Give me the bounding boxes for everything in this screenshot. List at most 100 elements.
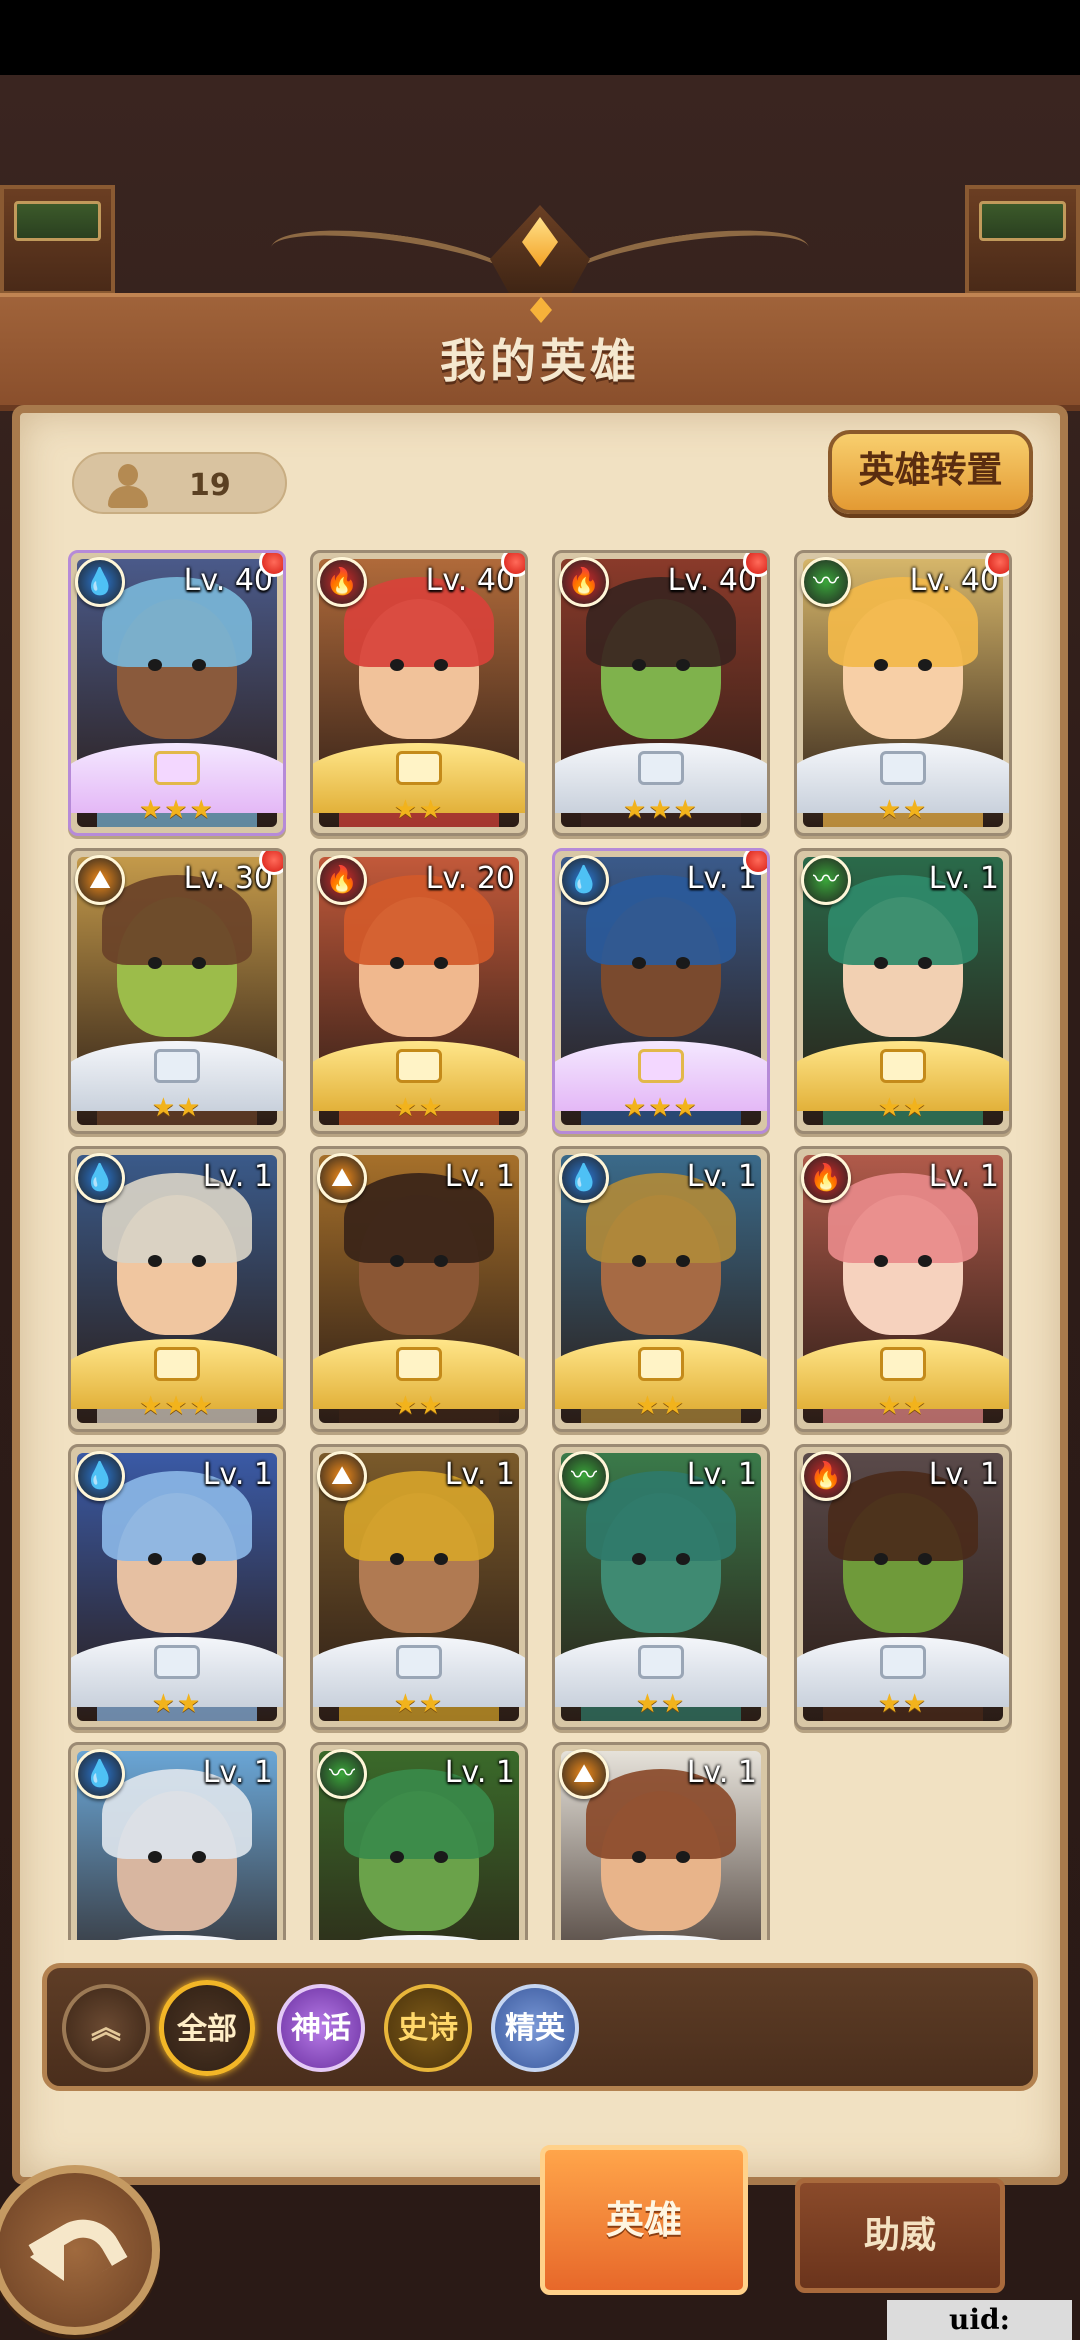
hero-card[interactable]: ★★ ⛰ Lv. 1 xyxy=(310,1146,528,1432)
hero-card[interactable]: ★★★ 💧 Lv. 40 xyxy=(68,550,286,836)
hero-card[interactable]: ★★★ 💧 Lv. 1 xyxy=(552,848,770,1134)
collapse-chevron-icon[interactable]: ︽ xyxy=(62,1984,150,2072)
status-bar xyxy=(0,0,1080,75)
rarity-emblem-icon xyxy=(880,1347,926,1381)
filter-elite-button[interactable]: 精英 xyxy=(491,1984,579,2072)
wind-element-icon: 〰 xyxy=(801,855,851,905)
hero-card[interactable]: ★★ 💧 Lv. 1 xyxy=(552,1146,770,1432)
star-rating: ★★★ xyxy=(139,1391,215,1421)
hero-card[interactable]: ★★★ 💧 Lv. 1 xyxy=(68,1146,286,1432)
water-element-icon: 💧 xyxy=(75,557,125,607)
hero-card[interactable]: ⛰ Lv. 1 xyxy=(552,1742,770,1940)
fire-element-icon: 🔥 xyxy=(317,855,367,905)
rarity-emblem-icon xyxy=(154,751,200,785)
hero-card[interactable]: ★★ ⛰ Lv. 1 xyxy=(310,1444,528,1730)
hero-card[interactable]: ★★★ 🔥 Lv. 40 xyxy=(552,550,770,836)
hero-level: Lv. 1 xyxy=(202,1159,273,1194)
star-rating: ★★ xyxy=(393,1689,445,1719)
fire-element-icon: 🔥 xyxy=(801,1451,851,1501)
wind-element-icon: 〰 xyxy=(317,1749,367,1799)
hero-level: Lv. 1 xyxy=(202,1755,273,1790)
earth-element-icon: ⛰ xyxy=(75,855,125,905)
rarity-emblem-icon xyxy=(638,1347,684,1381)
rarity-emblem-icon xyxy=(396,1049,442,1083)
rarity-frame xyxy=(71,1935,283,1940)
star-rating: ★★ xyxy=(393,1093,445,1123)
hero-level: Lv. 1 xyxy=(444,1159,515,1194)
title-bar: 我的英雄 xyxy=(0,293,1080,411)
hero-card[interactable]: 💧 Lv. 1 xyxy=(68,1742,286,1940)
rarity-frame xyxy=(313,1935,525,1940)
notification-dot-icon xyxy=(985,553,1009,577)
right-pillar-ornament xyxy=(965,185,1080,295)
hero-card[interactable]: ★★ 〰 Lv. 1 xyxy=(552,1444,770,1730)
hero-transfer-button[interactable]: 英雄转置 xyxy=(828,430,1033,514)
rarity-emblem-icon xyxy=(638,1645,684,1679)
notification-dot-icon xyxy=(259,851,283,875)
star-rating: ★★ xyxy=(393,795,445,825)
rarity-frame xyxy=(555,1935,767,1940)
rarity-emblem-icon xyxy=(154,1049,200,1083)
filter-all-button[interactable]: 全部 xyxy=(159,1980,255,2076)
filter-epic-button[interactable]: 史诗 xyxy=(384,1984,472,2072)
tab-heroes[interactable]: 英雄 xyxy=(540,2145,748,2295)
hero-level: Lv. 1 xyxy=(928,1159,999,1194)
hero-card[interactable]: ★★ 💧 Lv. 1 xyxy=(68,1444,286,1730)
hero-card[interactable]: ★★ 🔥 Lv. 20 xyxy=(310,848,528,1134)
rarity-emblem-icon xyxy=(880,1049,926,1083)
rarity-emblem-icon xyxy=(154,1347,200,1381)
notification-dot-icon xyxy=(501,553,525,577)
hero-level: Lv. 1 xyxy=(928,861,999,896)
rarity-emblem-icon xyxy=(638,1049,684,1083)
page-title: 我的英雄 xyxy=(440,334,640,388)
star-rating: ★★★ xyxy=(623,1093,699,1123)
hero-level: Lv. 1 xyxy=(686,1457,757,1492)
notification-dot-icon xyxy=(743,851,767,875)
wind-element-icon: 〰 xyxy=(801,557,851,607)
hero-level: Lv. 20 xyxy=(425,861,515,896)
earth-element-icon: ⛰ xyxy=(317,1451,367,1501)
hero-level: Lv. 1 xyxy=(444,1755,515,1790)
hero-card[interactable]: ★★ 🔥 Lv. 1 xyxy=(794,1146,1012,1432)
hero-card[interactable]: ★★ 🔥 Lv. 1 xyxy=(794,1444,1012,1730)
hero-grid: ★★★ 💧 Lv. 40 ★★ 🔥 Lv. 40 ★★★ 🔥 Lv. 40 ★★ 〰 Lv. 40 ★★… xyxy=(68,550,1018,1940)
rarity-emblem-icon xyxy=(154,1645,200,1679)
hero-card[interactable]: 〰 Lv. 1 xyxy=(310,1742,528,1940)
star-rating: ★★ xyxy=(877,1391,929,1421)
star-rating: ★★ xyxy=(635,1391,687,1421)
hero-level: Lv. 1 xyxy=(928,1457,999,1492)
star-rating: ★★ xyxy=(877,1093,929,1123)
rarity-emblem-icon xyxy=(638,751,684,785)
earth-element-icon: ⛰ xyxy=(559,1749,609,1799)
filter-myth-button[interactable]: 神话 xyxy=(277,1984,365,2072)
star-rating: ★★ xyxy=(635,1689,687,1719)
star-rating: ★★★ xyxy=(623,795,699,825)
notification-dot-icon xyxy=(743,553,767,577)
rarity-emblem-icon xyxy=(396,1645,442,1679)
star-rating: ★★ xyxy=(151,1093,203,1123)
notification-dot-icon xyxy=(259,553,283,577)
fire-element-icon: 🔥 xyxy=(317,557,367,607)
rarity-emblem-icon xyxy=(396,1347,442,1381)
hero-level: Lv. 1 xyxy=(686,1755,757,1790)
tab-cheer[interactable]: 助威 xyxy=(795,2178,1005,2293)
wind-element-icon: 〰 xyxy=(559,1451,609,1501)
hero-card[interactable]: ★★ 〰 Lv. 1 xyxy=(794,848,1012,1134)
hero-level: Lv. 1 xyxy=(686,1159,757,1194)
fire-element-icon: 🔥 xyxy=(801,1153,851,1203)
left-pillar-ornament xyxy=(0,185,115,295)
hero-card[interactable]: ★★ 〰 Lv. 40 xyxy=(794,550,1012,836)
small-gem-icon xyxy=(530,297,552,323)
person-icon xyxy=(108,464,148,508)
rarity-emblem-icon xyxy=(880,751,926,785)
water-element-icon: 💧 xyxy=(75,1153,125,1203)
hero-level: Lv. 1 xyxy=(444,1457,515,1492)
hero-card[interactable]: ★★ 🔥 Lv. 40 xyxy=(310,550,528,836)
uid-label: uid: 240652 xyxy=(887,2300,1072,2340)
fire-element-icon: 🔥 xyxy=(559,557,609,607)
water-element-icon: 💧 xyxy=(559,1153,609,1203)
water-element-icon: 💧 xyxy=(559,855,609,905)
earth-element-icon: ⛰ xyxy=(317,1153,367,1203)
hero-card[interactable]: ★★ ⛰ Lv. 30 xyxy=(68,848,286,1134)
star-rating: ★★ xyxy=(393,1391,445,1421)
